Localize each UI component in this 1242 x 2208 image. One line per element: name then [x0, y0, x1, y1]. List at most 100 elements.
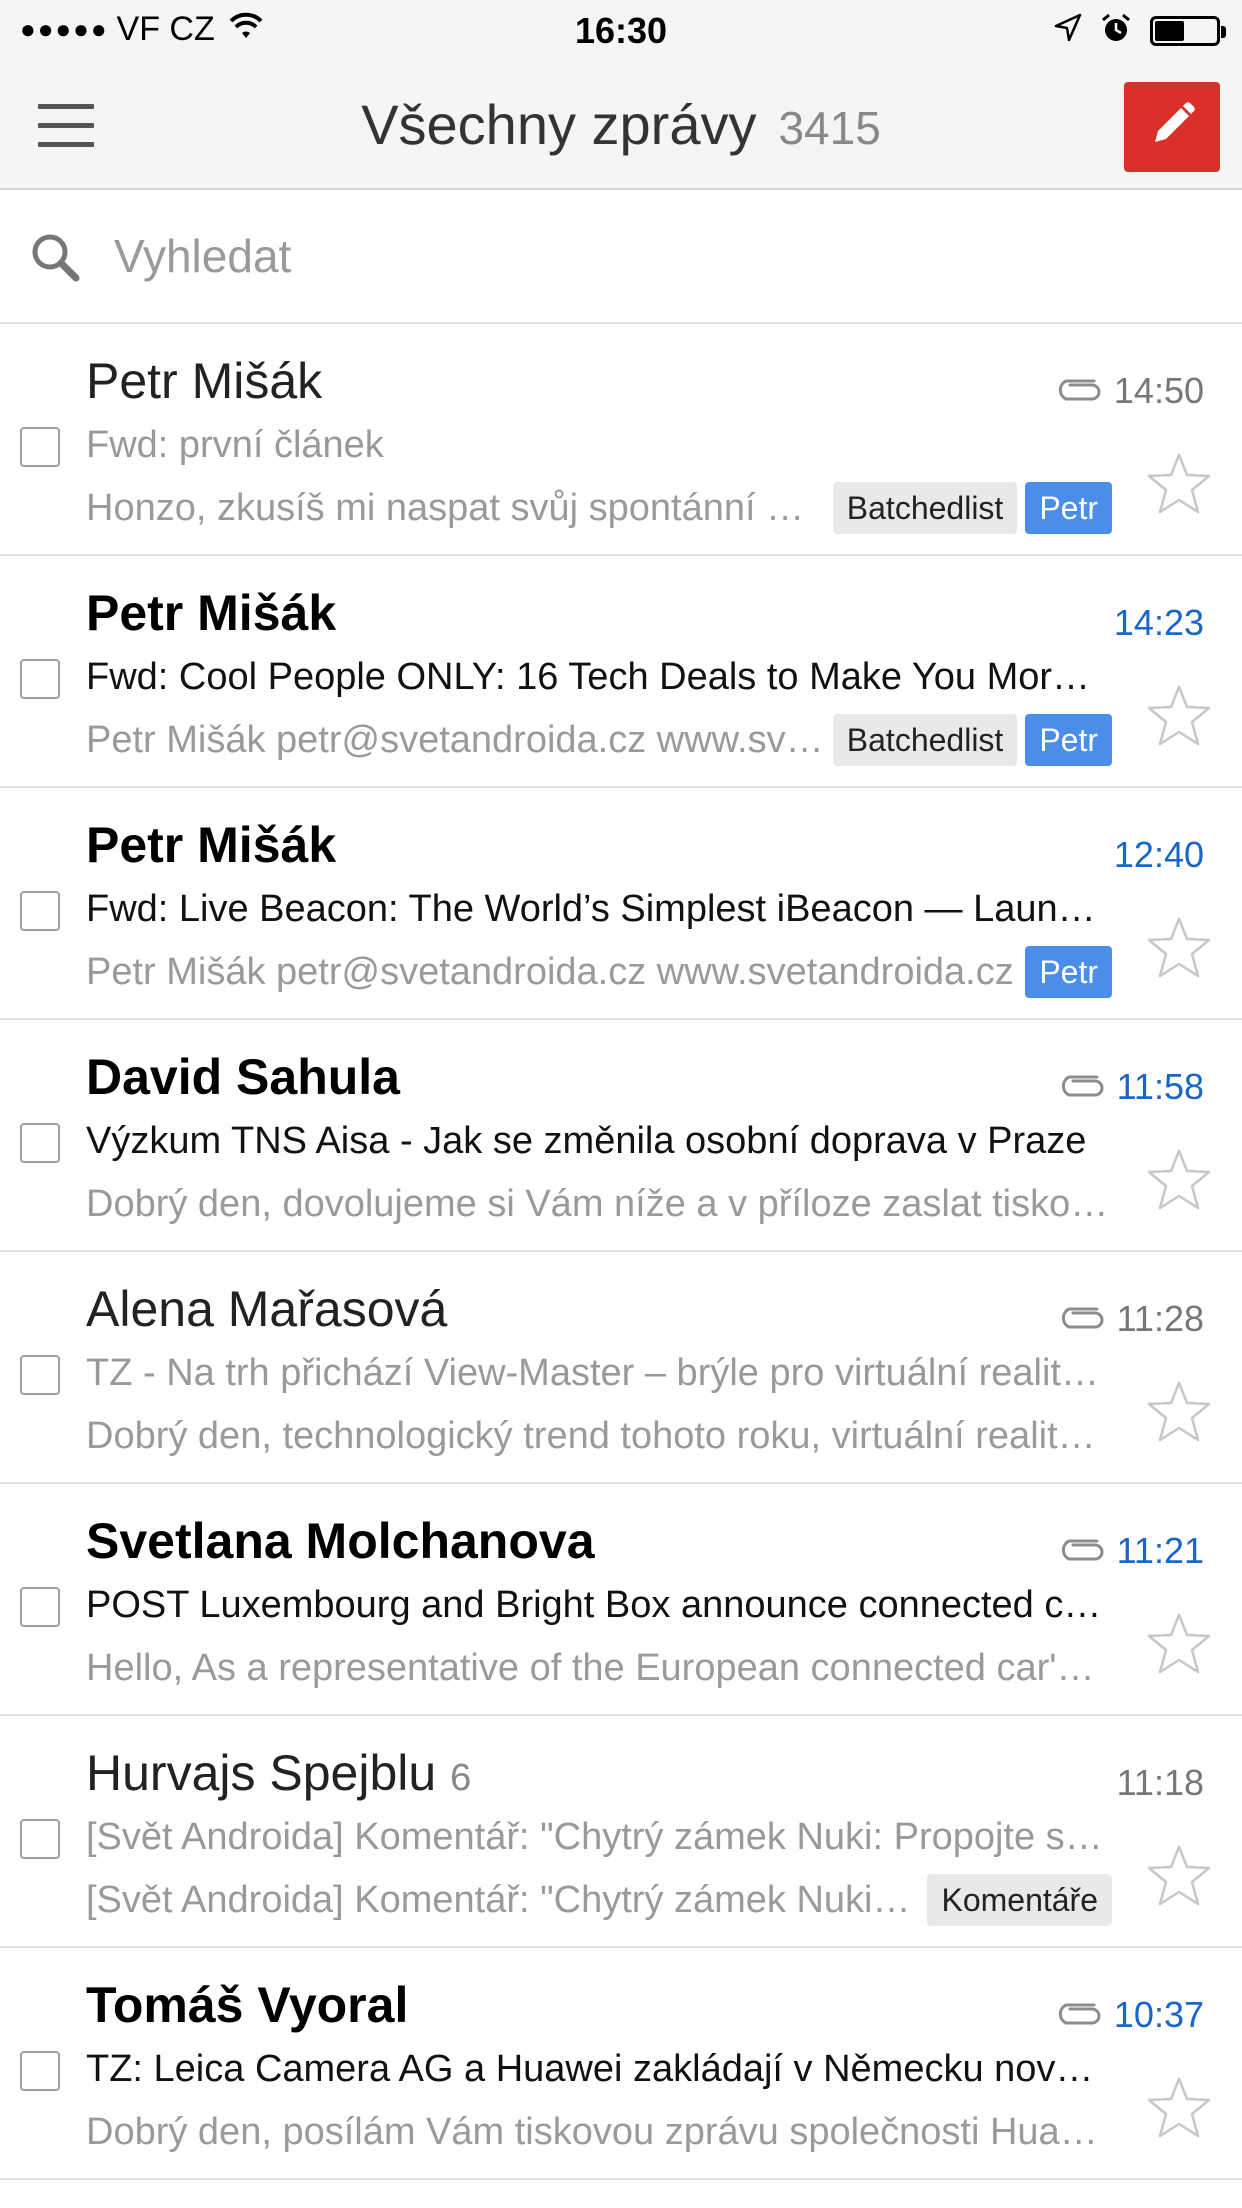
email-meta: 11:21	[1059, 1530, 1204, 1572]
email-time: 14:23	[1113, 602, 1204, 643]
select-checkbox[interactable]	[20, 891, 60, 931]
email-sender: Tomáš Vyoral	[86, 1976, 408, 2034]
alarm-clock-icon	[1100, 12, 1132, 49]
email-row[interactable]: Petr Mišák 12:40 Fwd: Live Beacon: The W…	[0, 788, 1242, 1020]
email-snippet: Dobrý den, posílám Vám tiskovou zprávu s…	[86, 2110, 1112, 2153]
email-snippet-line: Dobrý den, posílám Vám tiskovou zprávu s…	[86, 2104, 1112, 2160]
email-meta: 11:58	[1059, 1066, 1204, 1108]
email-sender: Petr Mišák	[86, 816, 336, 874]
star-icon[interactable]	[1146, 916, 1212, 985]
sender-name: Petr Mišák	[86, 353, 323, 409]
email-label-chip[interactable]: Komentáře	[927, 1874, 1112, 1926]
email-label-chip[interactable]: Petr	[1025, 714, 1112, 766]
email-snippet-line: Dobrý den, technologický trend tohoto ro…	[86, 1408, 1112, 1464]
battery-icon	[1150, 15, 1226, 46]
app-bar: Všechny zprávy 3415	[0, 62, 1242, 190]
email-sender: Petr Mišák	[86, 584, 336, 642]
sender-name: Tomáš Vyoral	[86, 1977, 409, 2033]
status-right	[1054, 12, 1226, 49]
select-checkbox[interactable]	[20, 1587, 60, 1627]
star-icon[interactable]	[1146, 1612, 1212, 1681]
email-snippet: Honzo, zkusíš mi naspat svůj spontánní n…	[86, 486, 825, 529]
email-snippet: Dobrý den, technologický trend tohoto ro…	[86, 1414, 1112, 1457]
email-row[interactable]: Petr Mišák 14:50 Fwd: první článek Honzo…	[0, 324, 1242, 556]
email-snippet-line: Petr Mišák petr@svetandroida.cz www.svet…	[86, 712, 1112, 768]
star-icon[interactable]	[1146, 1148, 1212, 1217]
email-snippet: Dobrý den, dovolujeme si Vám níže a v př…	[86, 1182, 1112, 1225]
compose-button[interactable]	[1124, 82, 1220, 172]
email-label-chip[interactable]: Batchedlist	[832, 482, 1018, 534]
email-row[interactable]: Svetlana Molchanova 11:21 POST Luxembour…	[0, 1484, 1242, 1716]
email-meta: 11:18	[1117, 1762, 1204, 1804]
select-checkbox[interactable]	[20, 427, 60, 467]
email-subject: Fwd: Cool People ONLY: 16 Tech Deals to …	[86, 656, 1106, 698]
email-meta: 14:23	[1114, 602, 1204, 644]
pencil-icon	[1145, 98, 1199, 157]
status-bar: ●●●●● VF CZ 16:30	[0, 0, 1242, 62]
email-snippet: Petr Mišák petr@svetandroida.cz www.svet…	[86, 718, 825, 761]
paperclip-icon	[1059, 1298, 1105, 1340]
email-subject: Výzkum TNS Aisa - Jak se změnila osobní …	[86, 1120, 1087, 1162]
star-icon[interactable]	[1146, 1380, 1212, 1449]
email-meta: 10:37	[1056, 1994, 1204, 2036]
email-snippet: [Svět Androida] Komentář: "Chytrý zámek …	[86, 1878, 919, 1921]
email-row[interactable]: Petr Mišák 14:23 Fwd: Cool People ONLY: …	[0, 556, 1242, 788]
email-snippet-line: [Svět Androida] Komentář: "Chytrý zámek …	[86, 1872, 1112, 1928]
email-sender: Hurvajs Spejblu 6	[86, 1744, 471, 1802]
email-label-chip[interactable]: Batchedlist	[832, 714, 1018, 766]
email-time: 11:28	[1116, 1298, 1204, 1339]
thread-count: 6	[450, 1757, 472, 1799]
email-snippet-line: Petr Mišák petr@svetandroida.cz www.svet…	[86, 944, 1112, 1000]
email-list: Petr Mišák 14:50 Fwd: první článek Honzo…	[0, 324, 1242, 2180]
battery-level	[1155, 20, 1184, 41]
star-icon[interactable]	[1146, 1844, 1212, 1913]
select-checkbox[interactable]	[20, 1123, 60, 1163]
sender-name: Petr Mišák	[86, 817, 337, 873]
location-arrow-icon	[1054, 13, 1082, 48]
email-subject: Fwd: Live Beacon: The World’s Simplest i…	[86, 888, 1106, 930]
sender-name: Alena Mařasová	[86, 1281, 448, 1337]
paperclip-icon	[1059, 1066, 1105, 1108]
email-sender: Alena Mařasová	[86, 1280, 447, 1338]
email-sender: David Sahula	[86, 1048, 400, 1106]
email-snippet-line: Hello, As a representative of the Europe…	[86, 1640, 1112, 1696]
email-snippet: Petr Mišák petr@svetandroida.cz www.svet…	[86, 950, 1014, 993]
sender-name: David Sahula	[86, 1049, 400, 1105]
sender-name: Svetlana Molchanova	[86, 1513, 595, 1569]
star-icon[interactable]	[1146, 2076, 1212, 2145]
sender-name: Petr Mišák	[86, 585, 337, 641]
search-input[interactable]	[112, 220, 1196, 292]
star-icon[interactable]	[1146, 452, 1212, 521]
email-snippet-line: Dobrý den, dovolujeme si Vám níže a v př…	[86, 1176, 1112, 1232]
email-sender: Svetlana Molchanova	[86, 1512, 595, 1570]
page-title: Všechny zprávy	[361, 93, 757, 156]
star-icon[interactable]	[1146, 684, 1212, 753]
select-checkbox[interactable]	[20, 659, 60, 699]
email-time: 11:21	[1116, 1530, 1204, 1571]
select-checkbox[interactable]	[20, 1355, 60, 1395]
email-row[interactable]: Hurvajs Spejblu 6 11:18 [Svět Androida] K…	[0, 1716, 1242, 1948]
email-label-chip[interactable]: Petr	[1025, 946, 1112, 998]
email-meta: 12:40	[1114, 834, 1204, 876]
sender-name: Hurvajs Spejblu	[86, 1745, 437, 1801]
email-time: 12:40	[1113, 834, 1204, 875]
email-meta: 14:50	[1056, 370, 1204, 412]
paperclip-icon	[1059, 1530, 1105, 1572]
select-checkbox[interactable]	[20, 2051, 60, 2091]
search-icon[interactable]	[28, 230, 84, 291]
email-subject: TZ - Na trh přichází View-Master – brýle…	[86, 1352, 1106, 1394]
email-sender: Petr Mišák	[86, 352, 322, 410]
email-snippet-line: Honzo, zkusíš mi naspat svůj spontánní n…	[86, 480, 1112, 536]
email-subject: Fwd: první článek	[86, 424, 384, 466]
email-time: 14:50	[1113, 370, 1204, 411]
email-row[interactable]: Alena Mařasová 11:28 TZ - Na trh přicház…	[0, 1252, 1242, 1484]
email-time: 10:37	[1113, 1994, 1204, 2035]
email-time: 11:18	[1116, 1762, 1204, 1803]
email-row[interactable]: David Sahula 11:58 Výzkum TNS Aisa - Jak…	[0, 1020, 1242, 1252]
email-row[interactable]: Tomáš Vyoral 10:37 TZ: Leica Camera AG a…	[0, 1948, 1242, 2180]
paperclip-icon	[1056, 1994, 1102, 2036]
email-label-chip[interactable]: Petr	[1025, 482, 1112, 534]
email-subject: [Svět Androida] Komentář: "Chytrý zámek …	[86, 1816, 1106, 1858]
select-checkbox[interactable]	[20, 1819, 60, 1859]
message-count: 3415	[778, 102, 881, 154]
